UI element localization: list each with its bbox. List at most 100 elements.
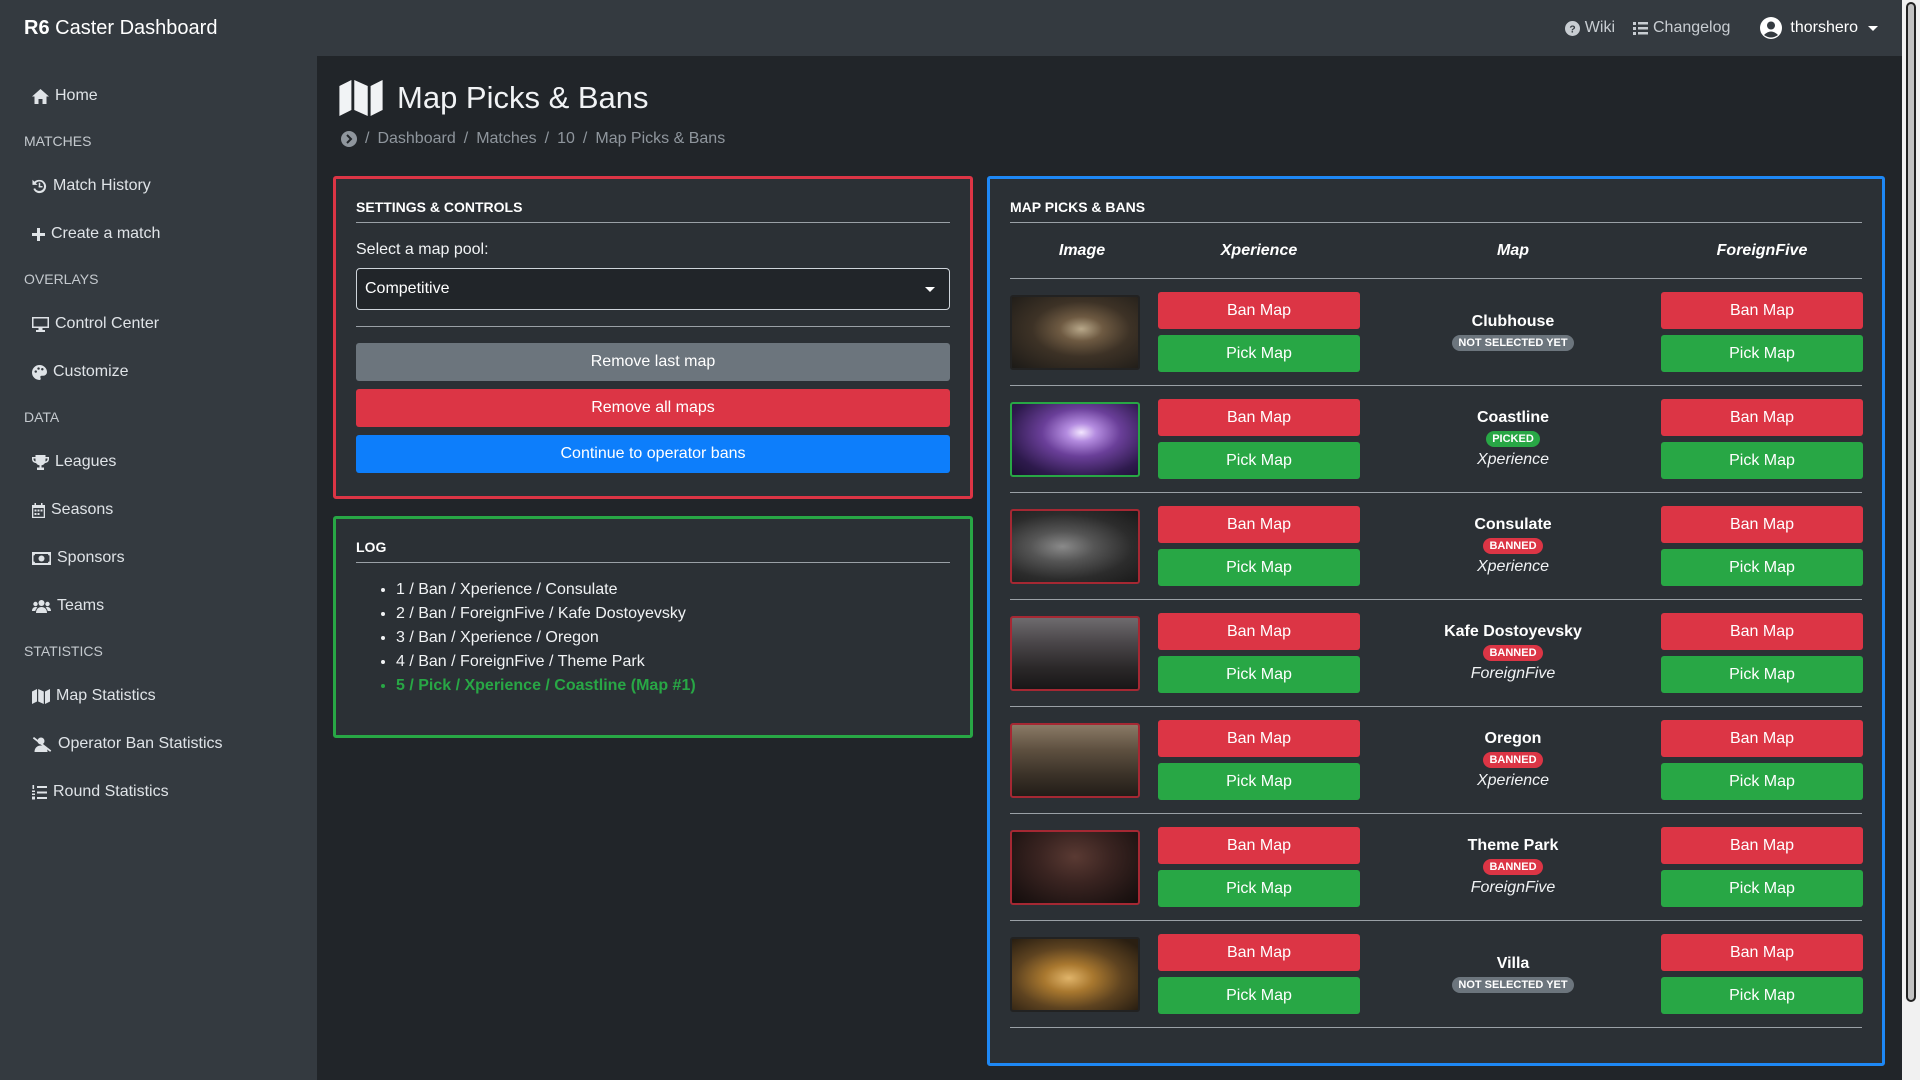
sidebar-label-teams: Teams xyxy=(57,597,105,614)
breadcrumb-dashboard[interactable]: Dashboard xyxy=(377,130,455,148)
status-badge: PICKED xyxy=(1486,431,1540,447)
log-list: 1 / Ban / Xperience / Consulate 2 / Ban … xyxy=(356,581,950,701)
map-thumbnail-coastline xyxy=(1010,401,1140,477)
sidebar-heading-overlays: OVERLAYS xyxy=(24,271,99,287)
ban-map-button-team2[interactable]: Ban Map xyxy=(1661,292,1863,329)
ban-map-button-team1[interactable]: Ban Map xyxy=(1158,613,1360,650)
sidebar-label-match-history: Match History xyxy=(53,177,151,194)
palette-icon xyxy=(32,364,47,380)
continue-operator-bans-button[interactable]: Continue to operator bans xyxy=(356,435,950,473)
sidebar-item-map-statistics[interactable]: Map Statistics xyxy=(0,672,317,720)
ban-map-button-team2[interactable]: Ban Map xyxy=(1661,827,1863,864)
log-entry: 1 / Ban / Xperience / Consulate xyxy=(396,581,950,605)
brand-logo[interactable]: R6 Caster Dashboard xyxy=(24,17,217,40)
selected-by-team: Xperience xyxy=(1476,451,1550,468)
home-icon xyxy=(32,88,49,104)
log-entry: 2 / Ban / ForeignFive / Kafe Dostoyevsky xyxy=(396,605,950,629)
pick-map-button-team1[interactable]: Pick Map xyxy=(1158,870,1360,907)
sidebar-label-control-center: Control Center xyxy=(55,315,160,332)
scrollbar-thumb[interactable] xyxy=(1906,2,1916,1002)
user-slash-icon xyxy=(32,736,52,752)
wiki-link[interactable]: ? Wiki xyxy=(1564,19,1615,37)
pick-map-button-team2[interactable]: Pick Map xyxy=(1661,442,1863,479)
ban-map-button-team2[interactable]: Ban Map xyxy=(1661,934,1863,971)
sidebar-item-customize[interactable]: Customize xyxy=(0,348,317,396)
ban-map-button-team1[interactable]: Ban Map xyxy=(1158,399,1360,436)
list-ol-icon xyxy=(32,784,47,799)
pick-map-button-team1[interactable]: Pick Map xyxy=(1158,763,1360,800)
pick-map-button-team1[interactable]: Pick Map xyxy=(1158,335,1360,372)
sidebar-item-control-center[interactable]: Control Center xyxy=(0,300,317,348)
changelog-label: Changelog xyxy=(1653,19,1731,36)
ban-map-button-team1[interactable]: Ban Map xyxy=(1158,506,1360,543)
changelog-link[interactable]: Changelog xyxy=(1633,19,1730,37)
breadcrumb: / Dashboard / Matches / 10 / Map Picks &… xyxy=(341,130,725,148)
remove-last-map-button[interactable]: Remove last map xyxy=(356,343,950,381)
pick-map-button-team2[interactable]: Pick Map xyxy=(1661,335,1863,372)
map-row-coastline: Ban Map Pick Map Coastline PICKED Xperie… xyxy=(1010,386,1863,493)
main-content: Map Picks & Bans / Dashboard / Matches /… xyxy=(317,56,1902,1080)
wiki-label: Wiki xyxy=(1584,19,1615,36)
ban-map-button-team2[interactable]: Ban Map xyxy=(1661,506,1863,543)
pick-map-button-team2[interactable]: Pick Map xyxy=(1661,870,1863,907)
ban-map-button-team2[interactable]: Ban Map xyxy=(1661,613,1863,650)
list-icon xyxy=(1633,21,1648,35)
map-row-oregon: Ban Map Pick Map Oregon BANNED Xperience… xyxy=(1010,707,1863,814)
breadcrumb-matches[interactable]: Matches xyxy=(476,130,536,148)
pick-map-button-team1[interactable]: Pick Map xyxy=(1158,549,1360,586)
header-team2: ForeignFive xyxy=(1716,241,1808,259)
pick-map-button-team2[interactable]: Pick Map xyxy=(1661,656,1863,693)
map-pool-select[interactable]: Competitive xyxy=(356,268,950,310)
page-scrollbar[interactable] xyxy=(1902,0,1920,1080)
ban-map-button-team2[interactable]: Ban Map xyxy=(1661,720,1863,757)
chevron-down-icon xyxy=(925,287,935,292)
sidebar-item-seasons[interactable]: Seasons xyxy=(0,486,317,534)
map-thumbnail-consulate xyxy=(1010,508,1140,584)
breadcrumb-match-id[interactable]: 10 xyxy=(557,130,575,148)
brand-text: Caster Dashboard xyxy=(55,16,218,39)
sidebar-heading-data: DATA xyxy=(24,409,60,425)
map-picks-bans-card: MAP PICKS & BANS Image Xperience Map For… xyxy=(987,176,1885,1066)
ban-map-button-team1[interactable]: Ban Map xyxy=(1158,720,1360,757)
map-thumbnail-theme-park xyxy=(1010,829,1140,905)
brand-bold: R6 xyxy=(24,16,50,39)
sidebar-item-create-match[interactable]: Create a match xyxy=(0,210,317,258)
header-image: Image xyxy=(1058,241,1106,259)
pick-map-button-team1[interactable]: Pick Map xyxy=(1158,977,1360,1014)
sidebar-label-sponsors: Sponsors xyxy=(57,549,125,566)
breadcrumb-current: Map Picks & Bans xyxy=(595,130,726,147)
map-icon xyxy=(339,80,383,116)
plus-icon xyxy=(32,227,45,241)
map-row-villa: Ban Map Pick Map Villa NOT SELECTED YET … xyxy=(1010,921,1863,1028)
navbar-right: ? Wiki Changelog thorshero xyxy=(1564,17,1878,39)
log-card-title: LOG xyxy=(356,519,950,563)
sidebar: Home MATCHES Match History Create a matc… xyxy=(0,56,317,1080)
pick-map-button-team2[interactable]: Pick Map xyxy=(1661,549,1863,586)
pick-map-button-team2[interactable]: Pick Map xyxy=(1661,977,1863,1014)
trophy-icon xyxy=(32,454,49,470)
ban-map-button-team1[interactable]: Ban Map xyxy=(1158,934,1360,971)
ban-map-button-team2[interactable]: Ban Map xyxy=(1661,399,1863,436)
pick-map-button-team1[interactable]: Pick Map xyxy=(1158,442,1360,479)
sidebar-item-sponsors[interactable]: Sponsors xyxy=(0,534,317,582)
sidebar-item-leagues[interactable]: Leagues xyxy=(0,438,317,486)
sidebar-item-operator-ban-statistics[interactable]: Operator Ban Statistics xyxy=(0,720,317,768)
ban-map-button-team1[interactable]: Ban Map xyxy=(1158,292,1360,329)
header-map: Map xyxy=(1497,241,1529,259)
pick-map-button-team2[interactable]: Pick Map xyxy=(1661,763,1863,800)
sidebar-item-match-history[interactable]: Match History xyxy=(0,162,317,210)
pick-map-button-team1[interactable]: Pick Map xyxy=(1158,656,1360,693)
map-icon xyxy=(32,688,50,704)
calendar-icon xyxy=(32,502,45,518)
sidebar-label-seasons: Seasons xyxy=(51,501,114,518)
sidebar-item-home[interactable]: Home xyxy=(0,72,317,120)
map-thumbnail-clubhouse xyxy=(1010,294,1140,370)
sidebar-item-teams[interactable]: Teams xyxy=(0,582,317,630)
chevron-circle-icon[interactable] xyxy=(341,131,357,147)
svg-text:?: ? xyxy=(1569,24,1575,35)
remove-all-maps-button[interactable]: Remove all maps xyxy=(356,389,950,427)
user-menu[interactable]: thorshero xyxy=(1760,17,1878,39)
username: thorshero xyxy=(1790,19,1858,36)
sidebar-item-round-statistics[interactable]: Round Statistics xyxy=(0,768,317,816)
ban-map-button-team1[interactable]: Ban Map xyxy=(1158,827,1360,864)
